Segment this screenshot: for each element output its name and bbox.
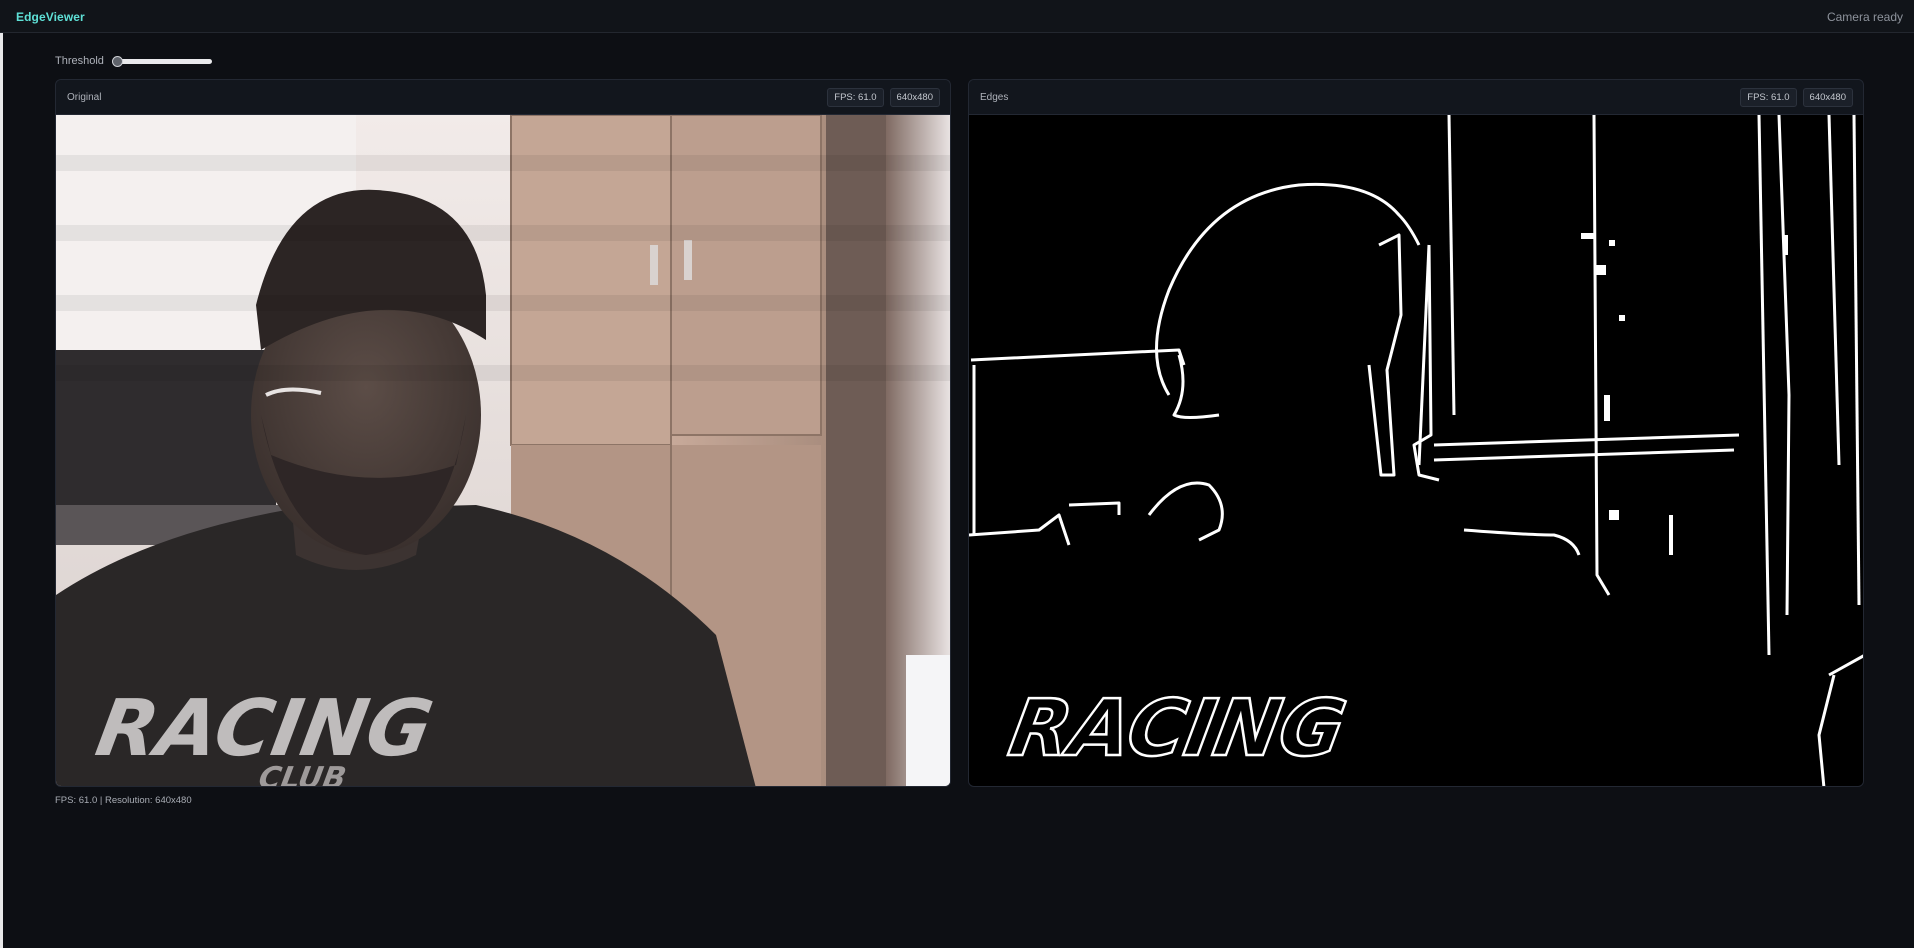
threshold-slider-thumb[interactable] [111,55,123,67]
original-video-frame: RACING CLUB [56,115,950,787]
threshold-slider[interactable] [111,55,212,67]
panel-title-edges: Edges [980,92,1009,103]
window-edge [0,33,3,948]
app-title: EdgeViewer [16,10,85,24]
fps-badge: FPS: 61.0 [1740,88,1797,107]
top-bar: EdgeViewer Camera ready [0,0,1914,33]
camera-status: Camera ready [1826,10,1903,24]
resolution-badge: 640x480 [889,88,940,107]
threshold-control: Threshold [55,53,212,69]
footer-stats: FPS: 61.0 | Resolution: 640x480 [55,795,192,806]
edges-shirt-print: RACING [1003,683,1353,774]
edges-panel: Edges FPS: 61.0 640x480 RACING [968,79,1864,787]
resolution-badge: 640x480 [1802,88,1853,107]
badge-group: FPS: 61.0 640x480 [1740,88,1853,107]
panel-title-original: Original [67,92,102,103]
original-camera-image: RACING CLUB [56,115,950,787]
edges-camera-image: RACING [969,115,1863,786]
original-panel: Original FPS: 61.0 640x480 RACING CLUB [55,79,951,787]
shirt-print-sub: CLUB [256,761,349,787]
badge-group: FPS: 61.0 640x480 [827,88,940,107]
threshold-label: Threshold [55,55,104,67]
panel-header: Original FPS: 61.0 640x480 [56,80,950,115]
panel-header: Edges FPS: 61.0 640x480 [969,80,1863,115]
shirt-print: RACING [90,683,440,774]
edges-video-frame: RACING [969,115,1863,786]
fps-badge: FPS: 61.0 [827,88,884,107]
